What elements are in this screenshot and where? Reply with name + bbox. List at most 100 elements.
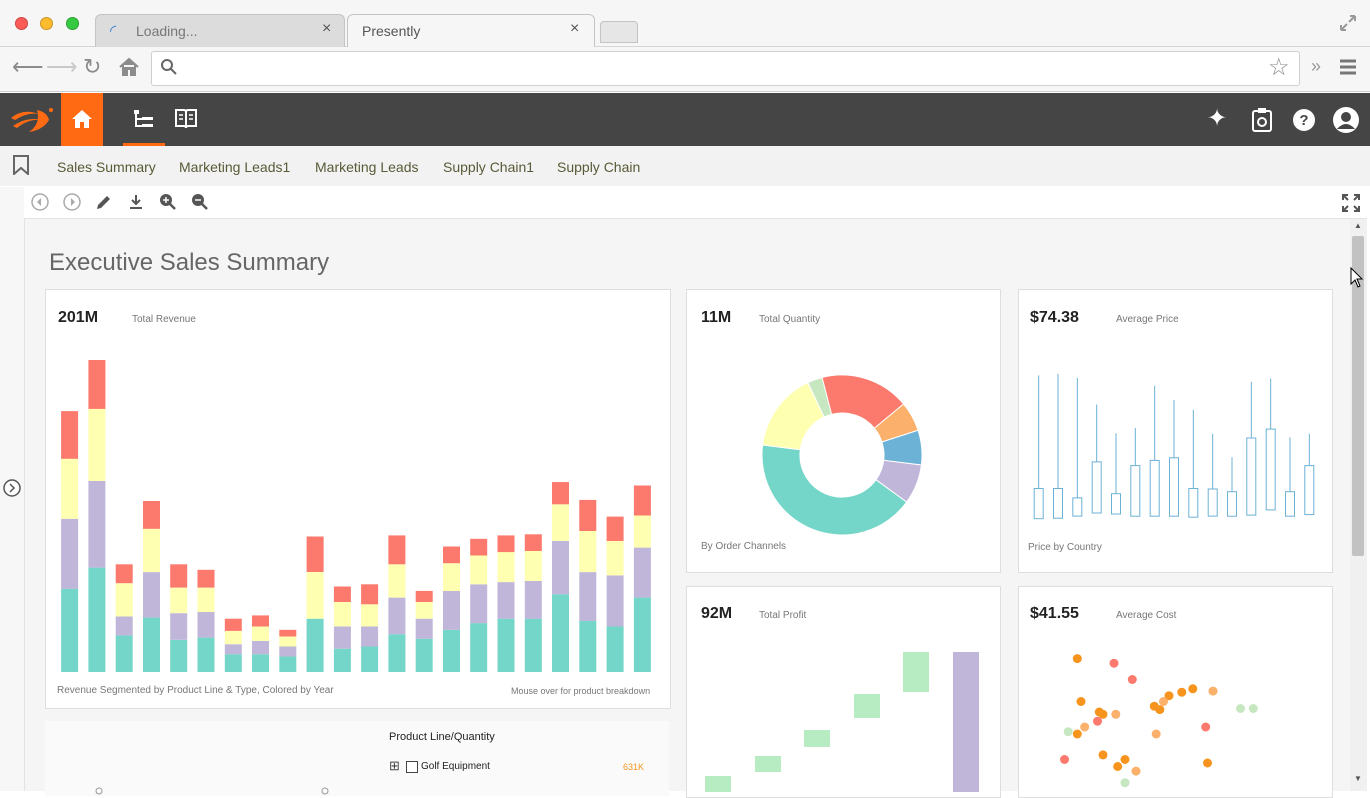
browser-tab-presently[interactable]: Presently ×: [347, 14, 595, 47]
scatter-point[interactable]: [1203, 758, 1212, 768]
bar-segment[interactable]: [443, 546, 460, 564]
scatter-point[interactable]: [1208, 686, 1218, 696]
waterfall-bar[interactable]: [705, 776, 731, 792]
box-body[interactable]: [1091, 461, 1102, 514]
bar-segment[interactable]: [61, 518, 79, 589]
bar-segment[interactable]: [61, 458, 79, 519]
bar-segment[interactable]: [633, 547, 651, 598]
scroll-up-icon[interactable]: ▲: [1354, 221, 1362, 230]
bar-segment[interactable]: [224, 654, 242, 672]
download-icon[interactable]: [127, 193, 145, 211]
bar-segment[interactable]: [88, 408, 106, 481]
bar-segment[interactable]: [552, 482, 569, 505]
box-body[interactable]: [1053, 488, 1063, 519]
bar-segment[interactable]: [224, 618, 242, 631]
bar-segment[interactable]: [415, 618, 433, 639]
box-body[interactable]: [1285, 491, 1295, 517]
scatter-point[interactable]: [1177, 687, 1187, 697]
bar-segment[interactable]: [388, 535, 406, 565]
bookmark-icon[interactable]: [12, 155, 30, 175]
fullscreen-icon[interactable]: [1338, 13, 1358, 33]
extensions-overflow-icon[interactable]: »: [1311, 56, 1321, 77]
bar-segment[interactable]: [224, 630, 242, 645]
zoom-window-button[interactable]: [66, 17, 79, 30]
scatter-point[interactable]: [1127, 675, 1137, 684]
bar-segment[interactable]: [524, 618, 542, 672]
revenue-bar-chart[interactable]: [56, 350, 656, 672]
bar-segment[interactable]: [333, 602, 351, 627]
bar-segment[interactable]: [579, 620, 597, 672]
box-body[interactable]: [1130, 465, 1141, 517]
bar-segment[interactable]: [361, 604, 379, 627]
bar-segment[interactable]: [388, 634, 406, 672]
bar-segment[interactable]: [606, 541, 624, 576]
bar-segment[interactable]: [197, 612, 215, 638]
bar-segment[interactable]: [170, 587, 188, 614]
bar-segment[interactable]: [388, 564, 406, 598]
bar-segment[interactable]: [306, 536, 324, 573]
bar-segment[interactable]: [143, 501, 160, 529]
bar-segment[interactable]: [143, 572, 160, 618]
bar-segment[interactable]: [306, 618, 324, 672]
bar-segment[interactable]: [497, 535, 515, 553]
waterfall-bar[interactable]: [903, 652, 929, 692]
close-tab-icon[interactable]: ×: [322, 20, 331, 38]
bar-segment[interactable]: [633, 597, 651, 672]
bar-segment[interactable]: [279, 656, 297, 673]
waterfall-bar[interactable]: [854, 694, 880, 718]
bar-segment[interactable]: [224, 644, 242, 655]
scatter-point[interactable]: [1076, 697, 1086, 706]
bar-segment[interactable]: [333, 586, 351, 603]
bar-segment[interactable]: [579, 531, 597, 573]
scatter-point[interactable]: [1151, 729, 1161, 739]
scatter-point[interactable]: [1120, 755, 1130, 764]
back-icon[interactable]: ⟵: [12, 54, 44, 80]
bar-segment[interactable]: [415, 602, 433, 619]
new-tab-button[interactable]: [600, 21, 638, 43]
box-body[interactable]: [1169, 457, 1179, 517]
bar-segment[interactable]: [606, 516, 624, 541]
bar-segment[interactable]: [443, 629, 460, 672]
bar-segment[interactable]: [497, 618, 515, 672]
bar-segment[interactable]: [333, 648, 351, 672]
bar-segment[interactable]: [306, 572, 324, 619]
maximize-icon[interactable]: [1341, 193, 1361, 213]
bar-segment[interactable]: [115, 583, 133, 617]
bar-segment[interactable]: [170, 613, 188, 640]
bar-segment[interactable]: [88, 567, 106, 672]
address-bar[interactable]: [151, 51, 1300, 86]
bar-segment[interactable]: [579, 572, 597, 621]
previous-icon[interactable]: [31, 193, 49, 211]
scatter-point[interactable]: [1155, 705, 1165, 715]
cost-scatter-chart[interactable]: [1059, 647, 1279, 792]
bar-segment[interactable]: [497, 582, 515, 619]
bar-segment[interactable]: [197, 587, 215, 612]
scatter-point[interactable]: [1111, 709, 1121, 719]
zoom-out-icon[interactable]: [191, 193, 209, 211]
scatter-point[interactable]: [1109, 658, 1119, 668]
tab-supply-chain1[interactable]: Supply Chain1: [443, 159, 534, 175]
bar-segment[interactable]: [361, 584, 379, 605]
bar-segment[interactable]: [143, 617, 160, 672]
scatter-point[interactable]: [1131, 766, 1141, 776]
box-body[interactable]: [1149, 459, 1160, 517]
bar-segment[interactable]: [197, 569, 215, 588]
bar-segment[interactable]: [279, 629, 297, 637]
bar-segment[interactable]: [170, 564, 188, 588]
reload-icon[interactable]: ↻: [83, 54, 101, 80]
tab-marketing-leads[interactable]: Marketing Leads: [315, 159, 419, 175]
user-icon[interactable]: [1332, 106, 1360, 134]
scatter-point[interactable]: [1188, 684, 1198, 694]
edit-icon[interactable]: [95, 193, 113, 211]
bar-segment[interactable]: [524, 551, 542, 581]
waterfall-bar[interactable]: [953, 652, 979, 792]
bar-segment[interactable]: [61, 588, 79, 672]
minimize-window-button[interactable]: [40, 17, 53, 30]
bar-segment[interactable]: [252, 654, 269, 672]
browser-menu-icon[interactable]: [1338, 57, 1358, 77]
scatter-point[interactable]: [1159, 697, 1168, 706]
scatter-point[interactable]: [1120, 778, 1130, 788]
bar-segment[interactable]: [443, 563, 460, 591]
tab-marketing-leads1[interactable]: Marketing Leads1: [179, 159, 290, 175]
scatter-point[interactable]: [1072, 654, 1082, 664]
